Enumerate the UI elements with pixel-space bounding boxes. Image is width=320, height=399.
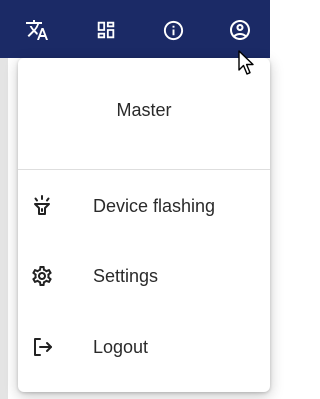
gear-icon	[30, 264, 54, 288]
dashboard-icon	[97, 21, 115, 39]
top-app-bar	[0, 0, 270, 58]
dashboard-button[interactable]	[93, 17, 119, 43]
menu-item-logout[interactable]: Logout	[18, 323, 270, 371]
menu-item-device-flashing[interactable]: Device flashing	[18, 182, 270, 230]
menu-item-label: Logout	[93, 337, 149, 357]
menu-header-username: Master	[116, 100, 172, 120]
translate-button[interactable]	[24, 17, 50, 43]
account-menu: Master Device flashing Settings Logout	[18, 58, 270, 392]
menu-item-label: Device flashing	[93, 196, 216, 216]
translate-icon	[26, 20, 48, 40]
account-icon	[230, 20, 250, 40]
info-button[interactable]	[160, 17, 186, 43]
info-icon	[163, 20, 183, 40]
menu-item-label: Settings	[93, 266, 159, 286]
page-edge	[0, 58, 8, 399]
menu-divider	[18, 169, 270, 170]
account-button[interactable]	[227, 17, 253, 43]
mouse-cursor-icon	[238, 50, 254, 75]
logout-icon	[30, 335, 54, 359]
flashlight-icon	[30, 194, 54, 218]
menu-item-settings[interactable]: Settings	[18, 252, 270, 300]
